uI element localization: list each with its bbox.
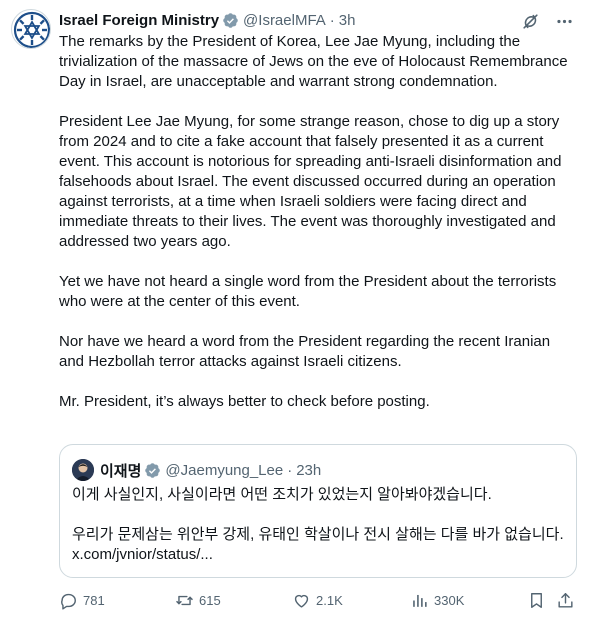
tweet-paragraph: Yet we have not heard a single word from… (59, 273, 557, 310)
tweet-paragraph: President Lee Jae Myung, for some strang… (59, 113, 562, 250)
reply-button[interactable]: 781 (59, 588, 105, 612)
share-button[interactable] (556, 588, 580, 612)
separator-dot: · (329, 11, 335, 29)
reply-count: 781 (83, 592, 105, 608)
quote-paragraph: 우리가 문제삼는 위안부 강제, 유태인 학살이나 전시 살해는 다를 바가 없… (72, 526, 564, 563)
quote-author-handle: @Jaemyung_Lee (165, 461, 284, 479)
more-icon[interactable] (553, 10, 575, 32)
separator-dot: · (287, 461, 293, 479)
quote-timestamp: 23h (296, 461, 322, 479)
quote-author-avatar[interactable] (72, 459, 94, 481)
author-avatar[interactable] (11, 9, 51, 49)
tweet-paragraph: The remarks by the President of Korea, L… (59, 33, 568, 90)
quoted-tweet[interactable]: 이재명 @Jaemyung_Lee · 23h 이게 사실인지, 사실이라면 어… (59, 444, 577, 578)
action-bar: 781 615 2.1K 330K (59, 588, 579, 612)
tweet-paragraph: Nor have we heard a word from the Presid… (59, 333, 551, 370)
reply-icon (61, 593, 76, 610)
repost-icon (176, 595, 193, 605)
like-button[interactable]: 2.1K (292, 588, 343, 612)
bookmark-icon (531, 592, 542, 608)
views-icon (413, 594, 427, 607)
quote-paragraph: 이게 사실인지, 사실이라면 어떤 조치가 있었는지 알아봐야겠습니다. (72, 486, 492, 503)
repost-button[interactable]: 615 (175, 588, 221, 612)
author-handle[interactable]: @IsraelMFA (243, 12, 326, 29)
author-name[interactable]: Israel Foreign Ministry (59, 12, 219, 29)
verified-badge-icon (144, 462, 161, 479)
tweet-text: The remarks by the President of Korea, L… (59, 32, 579, 432)
like-icon (294, 594, 309, 608)
timestamp[interactable]: 3h (339, 12, 356, 29)
views-button[interactable]: 330K (410, 588, 464, 612)
share-icon (558, 592, 573, 608)
quote-header: 이재명 @Jaemyung_Lee · 23h (72, 459, 321, 481)
top-actions (519, 10, 575, 32)
tweet-paragraph: Mr. President, it’s always better to che… (59, 393, 430, 410)
israel-mfa-logo (13, 11, 50, 48)
tweet-header: Israel Foreign Ministry @IsraelMFA · 3h (59, 9, 355, 31)
like-count: 2.1K (316, 592, 343, 608)
views-count: 330K (434, 592, 465, 608)
quote-text: 이게 사실인지, 사실이라면 어떤 조치가 있었는지 알아봐야겠습니다. 우리가… (72, 485, 566, 585)
quote-author-name[interactable]: 이재명 (100, 460, 141, 481)
bookmark-button[interactable] (527, 588, 551, 612)
grok-icon[interactable] (519, 10, 541, 32)
repost-count: 615 (199, 592, 221, 608)
verified-badge-icon[interactable] (222, 12, 239, 29)
